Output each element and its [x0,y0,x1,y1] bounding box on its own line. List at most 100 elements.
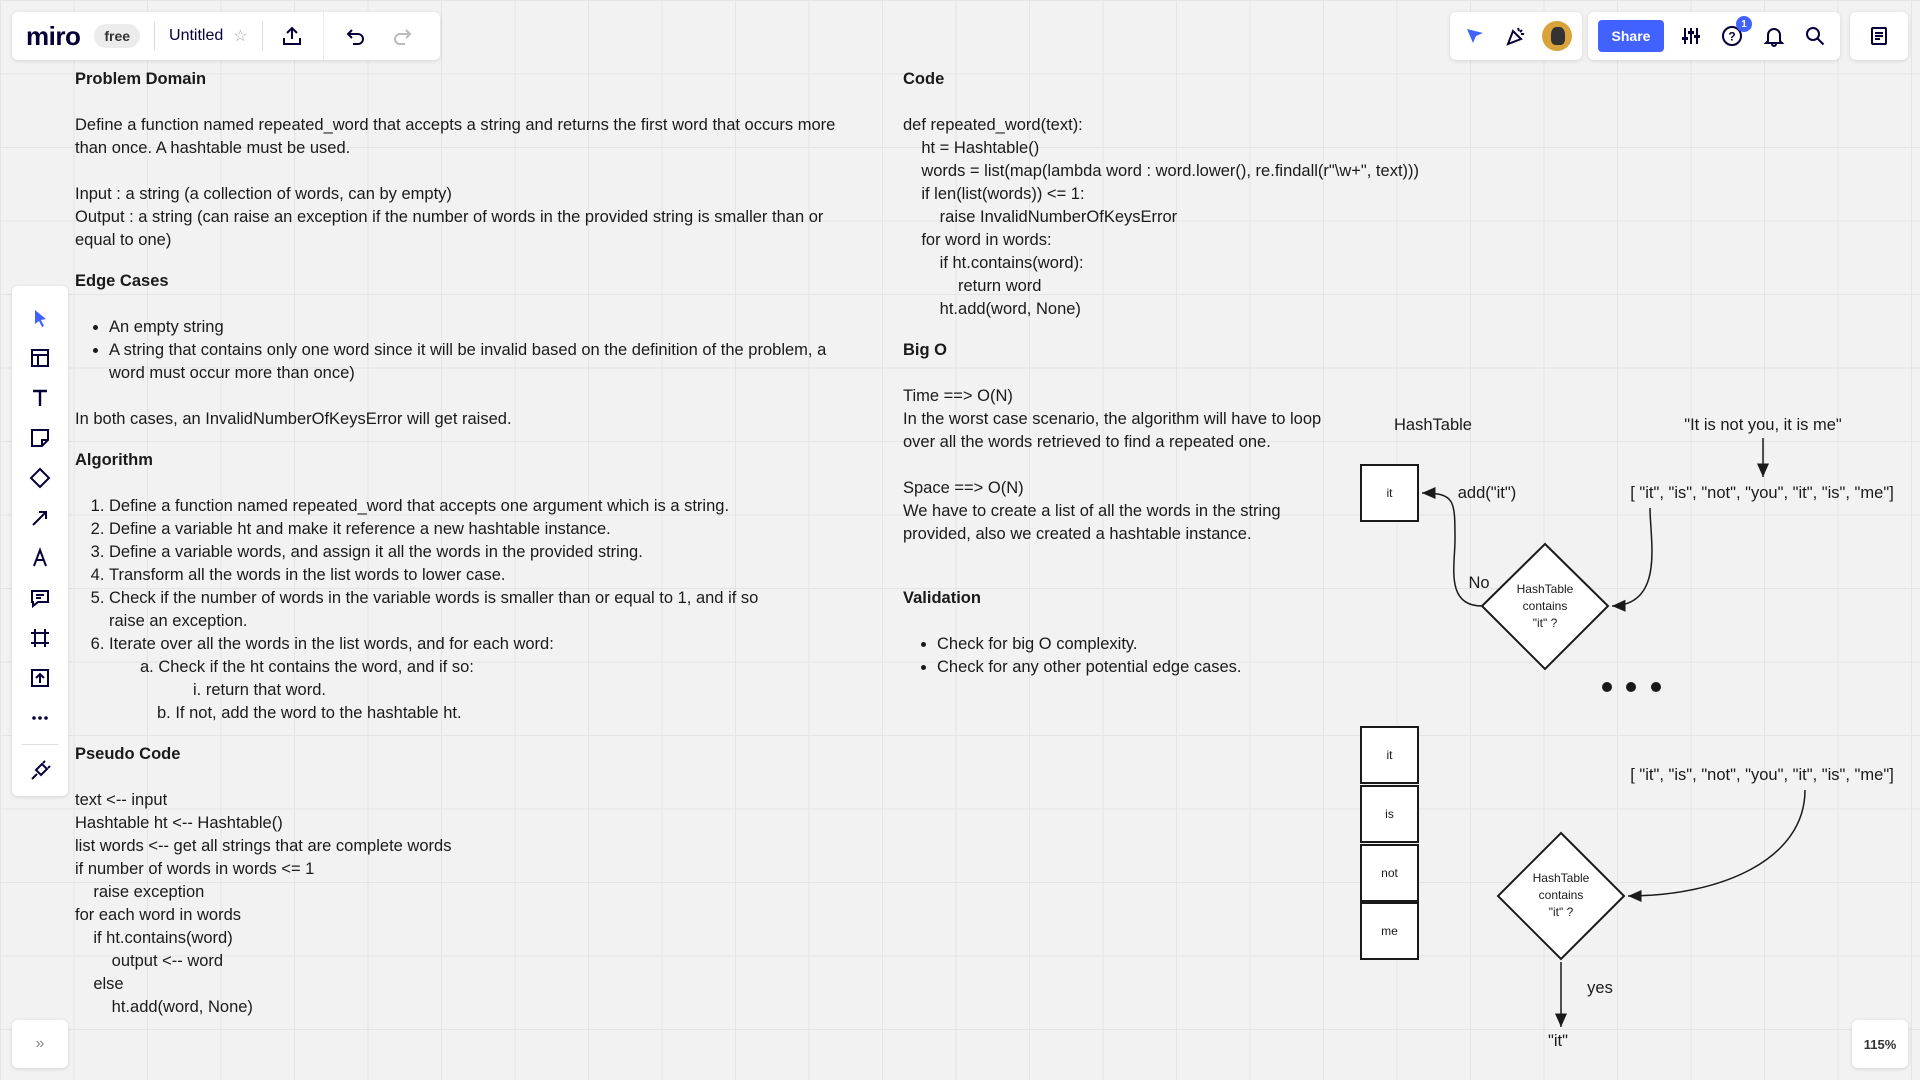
validation-heading: Validation [903,589,981,607]
board-title[interactable]: Untitled [169,27,223,45]
code-line: else [75,975,124,993]
divider [261,22,263,50]
expand-panel-button[interactable]: » [12,1020,68,1068]
big-o-heading: Big O [903,341,947,359]
code-block: def repeated_word(text): ht = Hashtable(… [903,114,1463,321]
word-list-top: [ "it", "is", "not", "you", "it", "is", … [1630,484,1894,502]
decision-diamond [1496,831,1626,961]
upload-icon[interactable] [20,658,60,698]
code-line: raise InvalidNumberOfKeysError [903,208,1178,226]
decision-text: "it" ? [1549,905,1574,919]
hashtable-cell [1360,902,1419,960]
top-left-toolbar: miro free Untitled ☆ [12,12,440,60]
shape-icon[interactable] [20,458,60,498]
code-line: output <-- word [75,952,224,970]
collaboration-toolbar [1450,12,1582,60]
arrow-connector [1611,507,1653,612]
code-line: for each word in words [75,906,241,924]
undo-icon[interactable] [340,21,370,51]
hashtable-cell-label: not [1381,866,1398,880]
code-line: for word in words: [903,231,1052,249]
big-o-time-desc: In the worst case scenario, the algorith… [903,410,1326,451]
settings-sliders-icon[interactable] [1676,21,1706,51]
solution-column: Code def repeated_word(text): ht = Hasht… [903,68,1463,679]
redo-icon[interactable] [388,21,418,51]
code-line: if ht.contains(word): [903,254,1084,272]
star-icon[interactable]: ☆ [233,26,247,46]
plan-badge[interactable]: free [94,24,141,48]
big-o-time-title: Time ==> O(N) [903,387,1013,405]
left-toolbar [12,286,68,796]
divider [322,12,324,60]
code-line: words = list(map(lambda word : word.lowe… [903,162,1420,180]
decision-text: contains [1539,888,1584,902]
hashtable-cell [1360,844,1419,902]
more-icon[interactable] [20,698,60,738]
algorithm-list: Define a function named repeated_word th… [75,495,775,656]
list-item: Check for big O complexity. [937,633,1463,656]
algorithm-sub-b: b. If not, add the word to the hashtable… [157,704,462,722]
code-line: if number of words in words <= 1 [75,860,315,878]
text-icon[interactable] [20,378,60,418]
yes-label: yes [1587,979,1613,997]
list-item: An empty string [109,316,865,339]
list-item: Check if the number of words in the vari… [109,587,775,633]
code-line: if len(list(words)) <= 1: [903,185,1085,203]
code-line: if ht.contains(word) [75,929,233,947]
problem-domain-heading: Problem Domain [75,70,207,88]
hashtable-cell-label: it [1387,748,1394,762]
big-o-space-desc: We have to create a list of all the word… [903,502,1286,543]
zoom-level[interactable]: 115% [1852,1020,1908,1068]
notes-icon[interactable] [1864,21,1894,51]
templates-icon[interactable] [20,338,60,378]
problem-output: Output : a string (can raise an exceptio… [75,208,828,249]
list-item: Iterate over all the words in the list w… [109,633,775,656]
miro-logo[interactable]: miro [26,21,81,52]
input-string: "It is not you, it is me" [1684,416,1842,434]
validation-list: Check for big O complexity. Check for an… [903,633,1463,679]
list-item: A string that contains only one word sin… [109,339,865,385]
code-line: raise exception [75,883,205,901]
apps-icon[interactable] [20,751,60,791]
decision-diamond [1480,542,1610,671]
algorithm-sub-a-i: i. return that word. [193,681,326,699]
add-label: add("it") [1458,484,1516,502]
ellipsis-dot [1602,682,1612,692]
pen-icon[interactable] [20,538,60,578]
voting-icon[interactable] [1460,21,1490,51]
problem-column: Problem Domain Define a function named r… [75,68,865,1019]
pseudo-code-block: text <-- input Hashtable ht <-- Hashtabl… [75,789,865,1019]
export-icon[interactable] [277,21,307,51]
hashtable-cell [1360,785,1419,843]
list-item: Define a variable words, and assign it a… [109,541,775,564]
algorithm-sub-a: a. Check if the ht contains the word, an… [140,658,474,676]
ellipsis-dot [1626,682,1636,692]
arrow-icon[interactable] [20,498,60,538]
code-line: ht.add(word, None) [903,300,1081,318]
help-icon[interactable]: ? 1 [1717,16,1752,51]
edge-cases-heading: Edge Cases [75,272,169,290]
list-item: Define a function named repeated_word th… [109,495,775,518]
arrow-connector [1627,789,1806,902]
comment-icon[interactable] [20,578,60,618]
code-line: ht.add(word, None) [75,998,253,1016]
algorithm-heading: Algorithm [75,451,153,469]
search-icon[interactable] [1800,21,1830,51]
avatar[interactable] [1542,21,1572,51]
list-item: Check for any other potential edge cases… [937,656,1463,679]
celebrate-icon[interactable] [1501,21,1531,51]
sticky-note-icon[interactable] [20,418,60,458]
decision-text: HashTable [1533,871,1590,885]
select-icon[interactable] [20,298,60,338]
bell-icon[interactable] [1759,21,1789,51]
board-actions-toolbar: Share ? 1 [1588,12,1840,60]
code-line: list words <-- get all strings that are … [75,837,452,855]
hashtable-cell [1360,726,1419,784]
divider [154,22,156,50]
edge-cases-note: In both cases, an InvalidNumberOfKeysErr… [75,410,512,428]
edge-cases-list: An empty string A string that contains o… [75,316,865,385]
frame-icon[interactable] [20,618,60,658]
hashtable-cell-label: me [1381,924,1398,938]
decision-text: "it" ? [1533,616,1558,630]
share-button[interactable]: Share [1598,20,1664,52]
